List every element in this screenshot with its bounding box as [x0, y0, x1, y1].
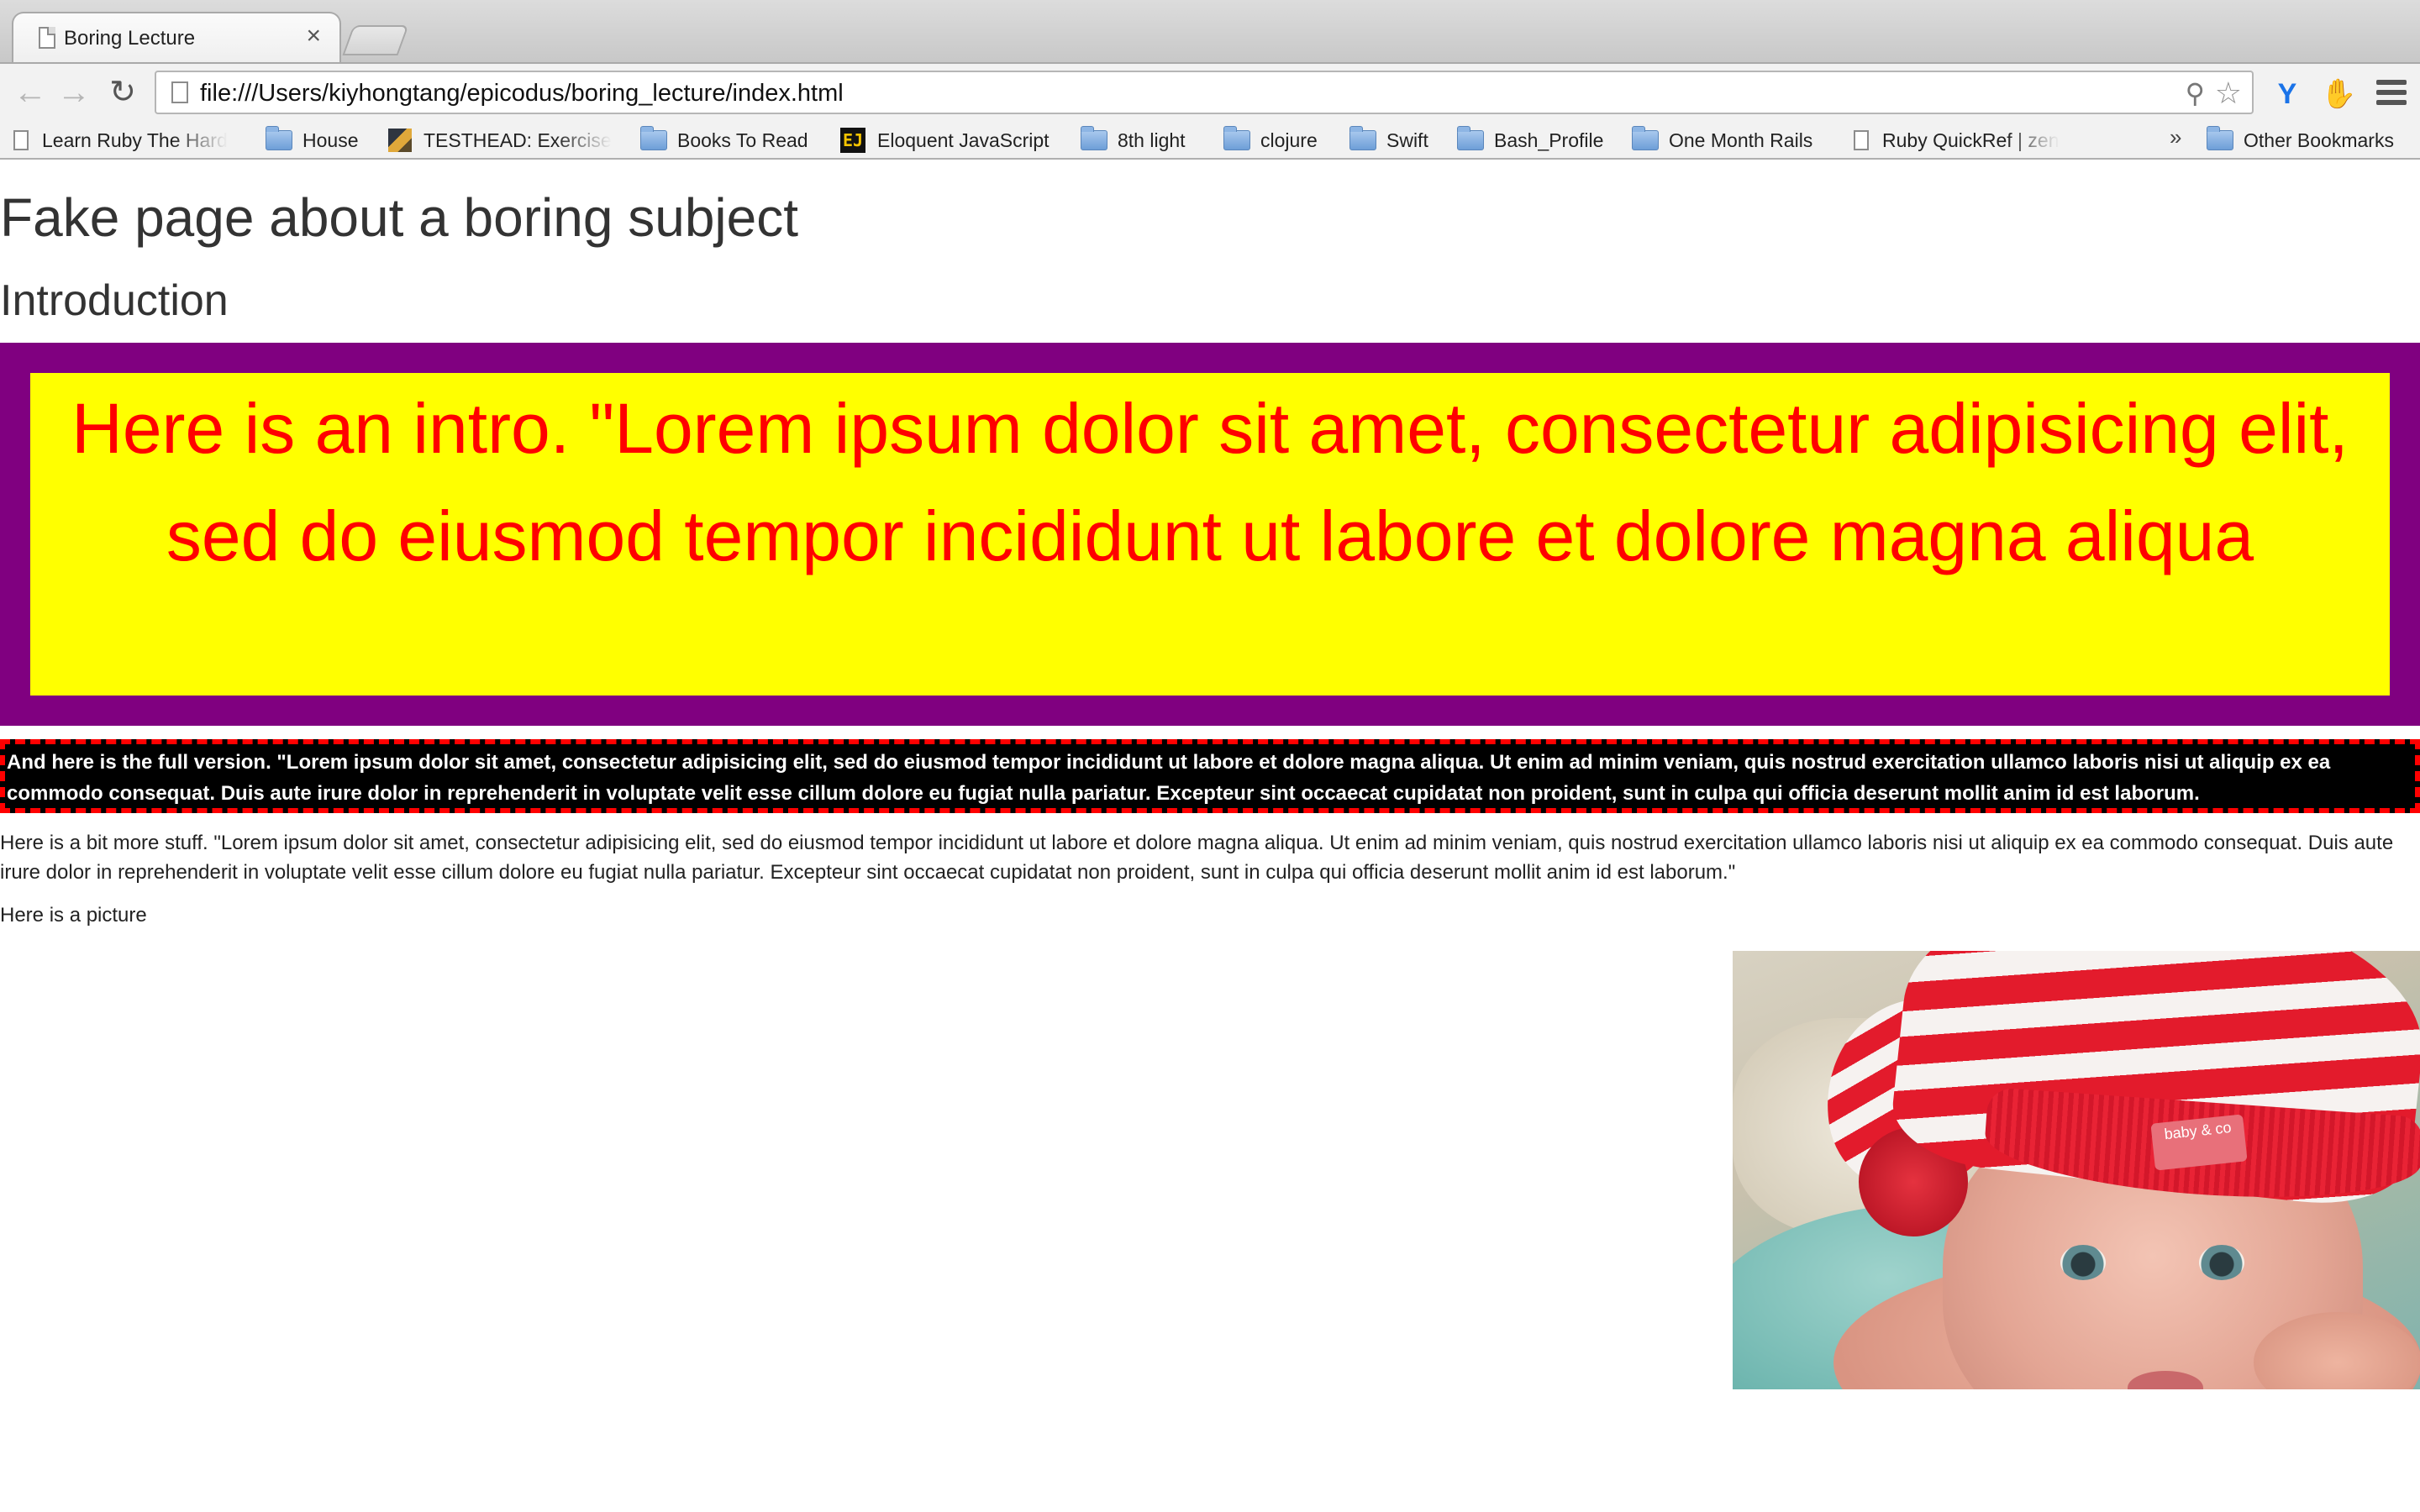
page-icon: [1854, 130, 1869, 150]
full-version-paragraph: And here is the full version. "Lorem ips…: [0, 739, 2420, 813]
testhead-favicon: [388, 129, 412, 152]
star-icon[interactable]: ☆: [2215, 76, 2242, 111]
folder-icon: [640, 126, 667, 150]
new-tab-button[interactable]: [342, 25, 409, 55]
bookmark-eloquent-javascript[interactable]: EJ Eloquent JavaScript: [840, 123, 1084, 158]
bookmark-books-to-read[interactable]: Books To Read: [640, 123, 834, 158]
browser-window: Boring Lecture × ← → ↻ file:///Users/kiy…: [0, 0, 2420, 1512]
extension-hand-icon[interactable]: ✋: [2321, 77, 2356, 111]
address-bar[interactable]: file:///Users/kiyhongtang/epicodus/borin…: [155, 71, 2254, 114]
browser-toolbar: ← → ↻ file:///Users/kiyhongtang/epicodus…: [0, 62, 2420, 123]
photo-baby-eye: [2060, 1245, 2106, 1280]
tab-title: Boring Lecture: [64, 27, 196, 50]
intro-heading: Introduction: [0, 276, 229, 325]
folder-icon: [266, 126, 292, 150]
bookmark-8th-light[interactable]: 8th light: [1081, 123, 1223, 158]
extension-v-icon[interactable]: Y: [2270, 77, 2304, 111]
folder-icon: [1457, 126, 1484, 150]
bookmarks-overflow-icon[interactable]: »: [2170, 124, 2181, 150]
page-icon: [13, 130, 29, 150]
folder-icon: [1349, 126, 1376, 150]
intro-box: Here is an intro. "Lorem ipsum dolor sit…: [0, 343, 2420, 726]
page-icon: [171, 81, 188, 103]
photo-hat-label: baby & co: [2150, 1114, 2248, 1171]
photo-baby-eye: [2199, 1245, 2244, 1280]
tab-boring-lecture[interactable]: Boring Lecture ×: [12, 12, 341, 62]
bookmark-other-bookmarks[interactable]: Other Bookmarks: [2207, 123, 2420, 158]
tab-strip: Boring Lecture ×: [0, 0, 2420, 62]
forward-arrow-icon[interactable]: →: [55, 74, 92, 111]
search-icon[interactable]: ⚲: [2186, 77, 2205, 109]
bookmark-one-month-rails[interactable]: One Month Rails: [1632, 123, 1833, 158]
bookmark-house[interactable]: House: [266, 123, 383, 158]
bookmark-testhead[interactable]: TESTHEAD: Exercise: [388, 123, 615, 158]
menu-icon[interactable]: [2376, 77, 2407, 111]
page-title: Fake page about a boring subject: [0, 187, 798, 248]
back-arrow-icon[interactable]: ←: [12, 74, 49, 111]
bookmark-swift[interactable]: Swift: [1349, 123, 1459, 158]
eloquent-js-favicon: EJ: [840, 128, 865, 153]
folder-icon: [1632, 126, 1659, 150]
more-stuff-paragraph: Here is a bit more stuff. "Lorem ipsum d…: [0, 832, 2394, 884]
close-tab-icon[interactable]: ×: [306, 22, 321, 50]
picture-label: Here is a picture: [0, 904, 147, 927]
intro-text: Here is an intro. "Lorem ipsum dolor sit…: [30, 373, 2390, 696]
bookmarks-bar: Learn Ruby The Hard House TESTHEAD: Exer…: [0, 123, 2420, 160]
bookmark-learn-ruby[interactable]: Learn Ruby The Hard: [13, 123, 242, 158]
page-icon: [39, 27, 55, 49]
bookmark-bash-profile[interactable]: Bash_Profile: [1457, 123, 1625, 158]
baby-photo: baby & co: [1733, 951, 2420, 1389]
bookmark-clojure[interactable]: clojure: [1223, 123, 1349, 158]
folder-icon: [2207, 126, 2233, 150]
bookmark-ruby-quickref[interactable]: Ruby QuickRef | zen: [1854, 123, 2081, 158]
page-viewport: Fake page about a boring subject Introdu…: [0, 160, 2420, 1512]
folder-icon: [1223, 126, 1250, 150]
folder-icon: [1081, 126, 1107, 150]
reload-icon[interactable]: ↻: [104, 74, 141, 111]
url-text[interactable]: file:///Users/kiyhongtang/epicodus/borin…: [200, 80, 844, 108]
